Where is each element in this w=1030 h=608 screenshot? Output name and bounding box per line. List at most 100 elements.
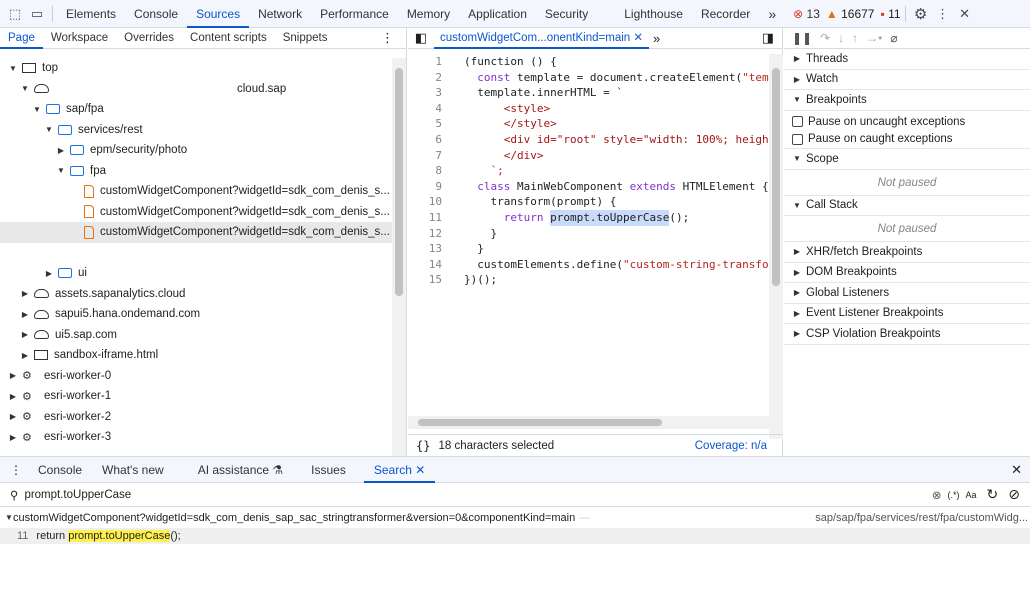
error-count-badge[interactable]: ⊗ 13 [793,7,820,21]
nav-tab-snippets[interactable]: Snippets [275,28,336,49]
regex-toggle[interactable]: (.*) [948,490,960,500]
chevron-right-icon[interactable]: ▶ [20,310,30,319]
kebab-menu-icon[interactable]: ⋮ [381,30,394,46]
section-scope[interactable]: ▼ Scope [784,149,1030,170]
chevron-right-icon[interactable]: ▶ [20,330,30,339]
tree-item-worker[interactable]: ▶ ⚙ esri-worker-3 [0,427,392,448]
refresh-icon[interactable]: ↻ [987,486,999,503]
scrollbar-thumb[interactable] [418,419,662,426]
search-result-file[interactable]: ▼ customWidgetComponent?widgetId=sdk_com… [0,507,1030,528]
tree-item-top[interactable]: ▼ top [0,58,392,79]
tree-item-worker[interactable]: ▶ ⚙ esri-worker-2 [0,407,392,428]
drawer-tab-console[interactable]: Console [28,457,92,483]
chevron-right-icon[interactable]: ▶ [8,392,18,401]
step-over-icon[interactable]: ↷ [820,31,830,45]
nav-tab-content-scripts[interactable]: Content scripts [182,28,275,49]
nav-tab-workspace[interactable]: Workspace [43,28,116,49]
close-icon[interactable]: ✕ [633,32,643,44]
chevron-right-icon[interactable]: ▶ [8,371,18,380]
kebab-menu-icon[interactable]: ⋮ [0,463,28,477]
pretty-print-icon[interactable]: {} [408,439,438,453]
device-toolbar-icon[interactable]: ▭ [26,3,48,25]
close-icon[interactable]: ✕ [954,3,976,25]
drawer-tab-search[interactable]: Search ✕ [363,457,436,483]
tree-item-domain[interactable]: ▶ sapui5.hana.ondemand.com [0,304,392,325]
kebab-menu-icon[interactable]: ⋮ [932,3,954,25]
chevron-right-icon[interactable]: ▶ [8,412,18,421]
chevron-down-icon[interactable]: ▼ [20,84,30,93]
status-badges[interactable]: ⊗ 13 ▲ 16677 ▪ 11 [793,7,900,21]
tree-item-worker[interactable]: ▶ ⚙ esri-worker-0 [0,366,392,387]
tree-item-frame[interactable]: ▶ sandbox-iframe.html [0,345,392,366]
section-breakpoints[interactable]: ▼ Breakpoints [784,90,1030,111]
nav-tab-page[interactable]: Page [0,28,43,49]
toggle-navigator-icon[interactable]: ◧ [408,30,434,46]
nav-tab-overrides[interactable]: Overrides [116,28,182,49]
scrollbar-thumb[interactable] [772,68,780,286]
section-call-stack[interactable]: ▼ Call Stack [784,196,1030,216]
tree-item-worker[interactable]: ▶ ⚙ esri-worker-1 [0,386,392,407]
toggle-debugger-icon[interactable]: ◨ [762,30,774,46]
step-icon[interactable]: →• [866,31,882,45]
section-watch[interactable]: ▶ Watch [784,70,1030,90]
chevron-right-icon[interactable]: ▶ [8,433,18,442]
pause-icon[interactable]: ❚❚ [792,31,812,45]
section-threads[interactable]: ▶ Threads [784,49,1030,70]
tab-console[interactable]: Console [125,0,187,28]
gear-icon[interactable]: ⚙ [910,3,932,25]
close-icon[interactable]: ✕ [415,463,425,477]
tab-recorder[interactable]: Recorder [692,0,759,28]
search-result-line[interactable]: 11 return prompt.toUpperCase (); [0,528,1030,544]
step-into-icon[interactable]: ↓ [838,31,844,45]
search-input[interactable]: prompt.toUpperCase [24,489,931,501]
tab-application[interactable]: Application [459,0,536,28]
inspect-element-icon[interactable]: ⬚ [4,3,26,25]
tab-lighthouse[interactable]: Lighthouse [615,0,692,28]
close-drawer-icon[interactable]: ✕ [1011,462,1022,478]
deactivate-breakpoints-icon[interactable]: ⌀ [890,31,897,45]
pause-uncaught-checkbox[interactable]: Pause on uncaught exceptions [784,114,1030,131]
section-dom-breakpoints[interactable]: ▶ DOM Breakpoints [784,263,1030,283]
tree-item-file[interactable]: customWidgetComponent?widgetId=sdk_com_d… [0,181,392,202]
chevron-right-icon[interactable]: ▶ [44,269,54,278]
section-xhr-breakpoints[interactable]: ▶ XHR/fetch Breakpoints [784,242,1030,263]
scrollbar-thumb[interactable] [395,68,403,296]
code-lines[interactable]: 1 (function () { 2 const template = docum… [408,54,770,439]
tab-security[interactable]: Security [536,0,597,28]
section-global-listeners[interactable]: ▶ Global Listeners [784,283,1030,304]
tab-network[interactable]: Network [249,0,311,28]
tree-item-folder[interactable]: ▶ epm/security/photo [0,140,392,161]
chevron-down-icon[interactable]: ▼ [5,513,13,522]
drawer-tab-ai-assistance[interactable]: AI assistance ⚗ [188,457,293,483]
warning-count-badge[interactable]: ▲ 16677 [826,7,875,21]
section-csp-breakpoints[interactable]: ▶ CSP Violation Breakpoints [784,324,1030,345]
tab-sources[interactable]: Sources [187,0,250,28]
tab-elements[interactable]: Elements [57,0,125,28]
chevron-down-icon[interactable]: ▼ [56,166,66,175]
chevron-down-icon[interactable]: ▼ [32,105,42,114]
checkbox[interactable] [792,116,803,128]
chevron-down-icon[interactable]: ▼ [8,64,18,73]
drawer-tab-issues[interactable]: Issues [301,457,356,483]
tree-item-folder[interactable]: ▼ services/rest [0,120,392,141]
chevron-right-icon[interactable]: ▶ [20,351,30,360]
more-tabs-icon[interactable]: » [653,31,660,46]
navigator-scrollbar[interactable] [392,58,406,456]
coverage-link[interactable]: Coverage: n/a [695,440,767,452]
match-case-toggle[interactable]: Aa [966,490,977,500]
chevron-right-icon[interactable]: ▶ [20,289,30,298]
more-tabs-button[interactable]: » [759,0,785,28]
tree-item-file[interactable]: customWidgetComponent?widgetId=sdk_com_d… [0,202,392,223]
tree-item-domain[interactable]: ▶ ui5.sap.com [0,325,392,346]
tree-item-folder[interactable]: ▼ fpa [0,161,392,182]
tree-item-folder[interactable]: ▼ sap/fpa [0,99,392,120]
editor-tab[interactable]: customWidgetCom...onentKind=main ✕ [434,28,650,49]
issue-count-badge[interactable]: ▪ 11 [880,7,900,21]
tab-performance[interactable]: Performance [311,0,398,28]
chevron-right-icon[interactable]: ▶ [56,146,66,155]
checkbox[interactable] [792,133,803,145]
tree-item-folder[interactable]: ▶ ui [0,263,392,284]
step-out-icon[interactable]: ↑ [852,31,858,45]
clear-search-icon[interactable]: ⊗ [932,488,942,502]
tree-item-file-selected[interactable]: customWidgetComponent?widgetId=sdk_com_d… [0,222,392,243]
